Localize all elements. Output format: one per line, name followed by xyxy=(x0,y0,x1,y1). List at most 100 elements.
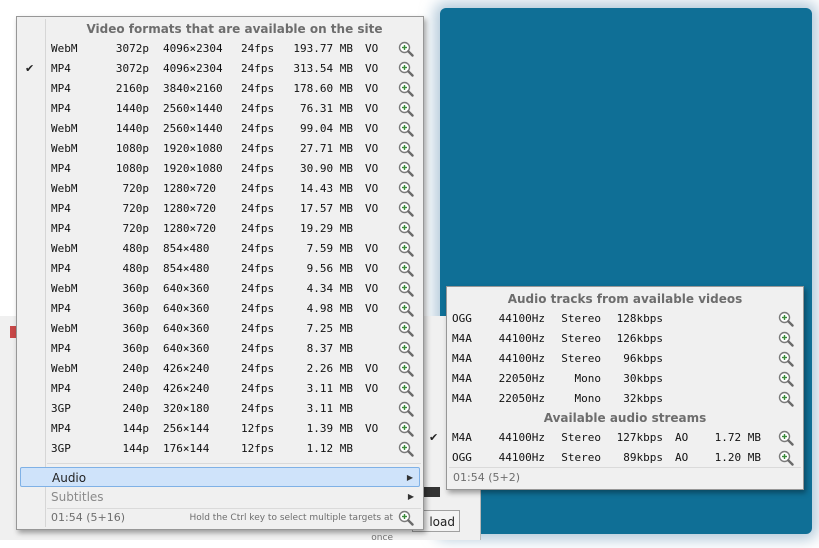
menu-item[interactable]: 3GP 144p 176×144 12fps 1.12 MB xyxy=(17,439,423,459)
zoom-in-icon[interactable] xyxy=(398,241,414,257)
format-cell: WebM xyxy=(51,122,78,135)
format-cell: M4A xyxy=(452,372,472,385)
menu-item[interactable]: M4A 44100Hz Stereo 96kbps xyxy=(447,349,803,369)
zoom-in-icon[interactable] xyxy=(398,61,414,77)
menu-item[interactable]: MP4 144p 256×144 12fps 1.39 MB VO xyxy=(17,419,423,439)
menu-item[interactable]: MP4 480p 854×480 24fps 9.56 MB VO xyxy=(17,259,423,279)
channels-cell: Mono xyxy=(574,372,602,385)
zoom-in-icon[interactable] xyxy=(398,281,414,297)
submenu-audio[interactable]: Audio ▶ xyxy=(20,467,420,487)
bitrate-cell: 127kbps xyxy=(616,431,663,444)
menu-item[interactable]: WebM 3072p 4096×2304 24fps 193.77 MB VO xyxy=(17,39,423,59)
bitrate-cell: 96kbps xyxy=(623,352,663,365)
menu-item[interactable]: OGG 44100Hz Stereo 89kbps AO 1.20 MB xyxy=(447,448,803,468)
resolution-cell: 320×180 xyxy=(163,402,210,415)
size-cell: 9.56 MB xyxy=(306,262,353,275)
format-cell: M4A xyxy=(452,392,472,405)
zoom-in-icon[interactable] xyxy=(398,301,414,317)
fps-cell: 24fps xyxy=(241,362,275,375)
menu-item[interactable]: ✔ MP4 3072p 4096×2304 24fps 313.54 MB VO xyxy=(17,59,423,79)
size-cell: 1.12 MB xyxy=(306,442,353,455)
size-cell: 17.57 MB xyxy=(300,202,353,215)
zoom-in-icon[interactable] xyxy=(398,121,414,137)
menu-item[interactable]: WebM 1440p 2560×1440 24fps 99.04 MB VO xyxy=(17,119,423,139)
zoom-in-icon[interactable] xyxy=(778,450,794,466)
menu-item[interactable]: 3GP 240p 320×180 24fps 3.11 MB xyxy=(17,399,423,419)
resolution-cell: 1280×720 xyxy=(163,182,216,195)
zoom-in-icon[interactable] xyxy=(398,41,414,57)
zoom-in-icon[interactable] xyxy=(398,321,414,337)
resolution-cell: 176×144 xyxy=(163,442,210,455)
quality-cell: 2160p xyxy=(115,82,149,95)
format-cell: 3GP xyxy=(51,442,71,455)
zoom-in-icon[interactable] xyxy=(398,161,414,177)
zoom-in-icon[interactable] xyxy=(398,261,414,277)
menu-item[interactable]: MP4 360p 640×360 24fps 4.98 MB VO xyxy=(17,299,423,319)
background-control xyxy=(424,487,440,497)
format-cell: WebM xyxy=(51,182,78,195)
menu-item[interactable]: MP4 360p 640×360 24fps 8.37 MB xyxy=(17,339,423,359)
quality-cell: 360p xyxy=(122,282,150,295)
menu-item[interactable]: MP4 1440p 2560×1440 24fps 76.31 MB VO xyxy=(17,99,423,119)
zoom-in-icon[interactable] xyxy=(778,351,794,367)
menu-separator xyxy=(47,463,421,464)
zoom-in-icon[interactable] xyxy=(398,510,414,526)
menu-item[interactable]: M4A 22050Hz Mono 30kbps xyxy=(447,369,803,389)
type-cell: VO xyxy=(365,162,379,175)
zoom-in-icon[interactable] xyxy=(778,311,794,327)
size-cell: 2.26 MB xyxy=(306,362,353,375)
zoom-in-icon[interactable] xyxy=(778,331,794,347)
resolution-cell: 640×360 xyxy=(163,302,210,315)
zoom-in-icon[interactable] xyxy=(398,221,414,237)
type-cell: VO xyxy=(365,302,379,315)
video-formats-menu: Video formats that are available on the … xyxy=(16,16,424,543)
zoom-in-icon[interactable] xyxy=(398,381,414,397)
zoom-in-icon[interactable] xyxy=(398,441,414,457)
zoom-in-icon[interactable] xyxy=(398,181,414,197)
type-cell: AO xyxy=(675,431,689,444)
zoom-in-icon[interactable] xyxy=(398,361,414,377)
channels-cell: Stereo xyxy=(561,312,601,325)
quality-cell: 360p xyxy=(122,342,150,355)
menu-item[interactable]: ✔ M4A 44100Hz Stereo 127kbps AO 1.72 MB xyxy=(429,428,803,448)
samplerate-cell: 44100Hz xyxy=(498,332,545,345)
menu-item[interactable]: WebM 360p 640×360 24fps 4.34 MB VO xyxy=(17,279,423,299)
size-cell: 7.25 MB xyxy=(306,322,353,335)
resolution-cell: 1920×1080 xyxy=(163,142,223,155)
resolution-cell: 640×360 xyxy=(163,322,210,335)
menu-item[interactable]: MP4 720p 1280×720 24fps 19.29 MB xyxy=(17,219,423,239)
menu-item[interactable]: M4A 44100Hz Stereo 126kbps xyxy=(447,329,803,349)
menu-item[interactable]: MP4 1080p 1920×1080 24fps 30.90 MB VO xyxy=(17,159,423,179)
resolution-cell: 426×240 xyxy=(163,382,210,395)
fps-cell: 24fps xyxy=(241,282,275,295)
zoom-in-icon[interactable] xyxy=(778,391,794,407)
menu-item[interactable]: WebM 480p 854×480 24fps 7.59 MB VO xyxy=(17,239,423,259)
menu-item[interactable]: WebM 360p 640×360 24fps 7.25 MB xyxy=(17,319,423,339)
size-cell: 1.39 MB xyxy=(306,422,353,435)
menu-item[interactable]: M4A 22050Hz Mono 32kbps xyxy=(447,389,803,409)
zoom-in-icon[interactable] xyxy=(398,421,414,437)
samplerate-cell: 44100Hz xyxy=(498,312,545,325)
menu-item[interactable]: WebM 1080p 1920×1080 24fps 27.71 MB VO xyxy=(17,139,423,159)
zoom-in-icon[interactable] xyxy=(398,141,414,157)
submenu-audio-label: Audio xyxy=(52,471,87,485)
menu-item[interactable]: WebM 240p 426×240 24fps 2.26 MB VO xyxy=(17,359,423,379)
menu-item[interactable]: OGG 44100Hz Stereo 128kbps xyxy=(447,309,803,329)
zoom-in-icon[interactable] xyxy=(398,341,414,357)
zoom-in-icon[interactable] xyxy=(778,371,794,387)
menu-item[interactable]: WebM 720p 1280×720 24fps 14.43 MB VO xyxy=(17,179,423,199)
zoom-in-icon[interactable] xyxy=(778,430,794,446)
zoom-in-icon[interactable] xyxy=(398,101,414,117)
zoom-in-icon[interactable] xyxy=(398,401,414,417)
menu-item[interactable]: MP4 240p 426×240 24fps 3.11 MB VO xyxy=(17,379,423,399)
bitrate-cell: 126kbps xyxy=(616,332,663,345)
format-cell: MP4 xyxy=(51,382,71,395)
format-cell: MP4 xyxy=(51,222,71,235)
format-cell: M4A xyxy=(452,431,472,444)
menu-item[interactable]: MP4 2160p 3840×2160 24fps 178.60 MB VO xyxy=(17,79,423,99)
zoom-in-icon[interactable] xyxy=(398,201,414,217)
menu-item[interactable]: MP4 720p 1280×720 24fps 17.57 MB VO xyxy=(17,199,423,219)
submenu-subtitles[interactable]: Subtitles ▶ xyxy=(20,487,420,507)
fps-cell: 24fps xyxy=(241,62,275,75)
zoom-in-icon[interactable] xyxy=(398,81,414,97)
